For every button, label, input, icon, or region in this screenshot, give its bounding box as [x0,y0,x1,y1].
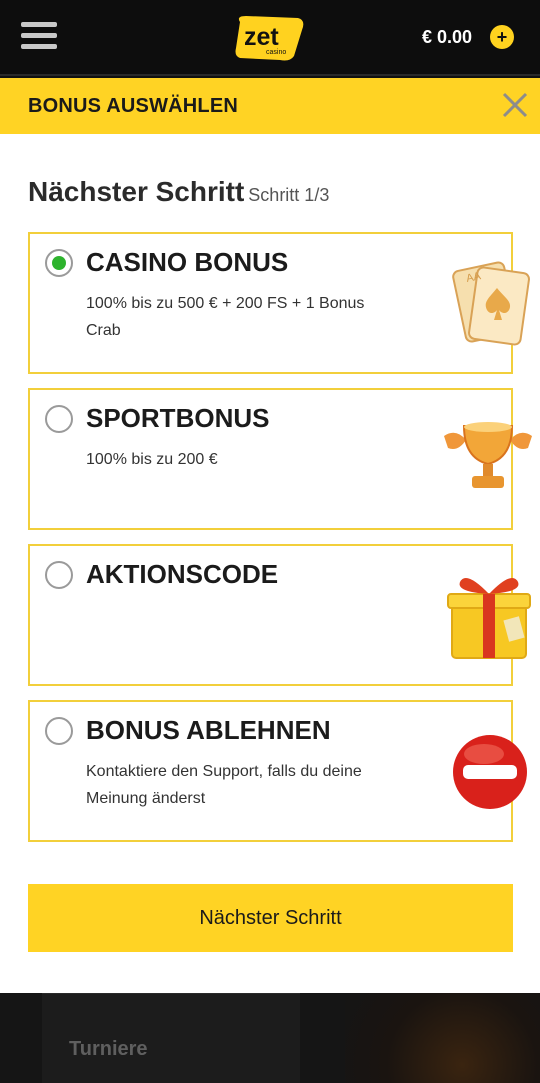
option-description: 100% bis zu 500 € + 200 FS + 1 Bonus Cra… [86,295,365,339]
deposit-plus-button[interactable]: + [490,25,514,49]
option-title: AKTIONSCODE [86,559,279,589]
option-description: 100% bis zu 200 € [86,451,218,468]
tab-label: Turniere [69,1038,148,1060]
bottom-nav: Turniere [0,993,540,1083]
option-aktionscode[interactable]: AKTIONSCODE [28,544,531,686]
hamburger-menu-icon[interactable] [21,22,59,54]
bonus-modal: BONUS AUSWÄHLEN Nächster Schritt Schritt … [0,78,540,993]
radio-bonus-ablehnen[interactable] [45,717,73,745]
next-step-button[interactable]: Nächster Schritt [28,884,513,952]
radio-sportbonus[interactable] [45,405,73,433]
step-heading: Nächster Schritt Schritt 1/3 [28,176,329,208]
step-title: Nächster Schritt [28,176,245,207]
no-entry-icon [453,735,527,809]
modal-header: BONUS AUSWÄHLEN [0,78,540,134]
option-title: SPORTBONUS [86,403,270,433]
trophy-icon [444,422,532,488]
gift-box-icon [447,578,531,659]
radio-casino-bonus[interactable] [45,249,73,277]
logo-text: zet [244,23,279,51]
background-banner [345,993,540,1083]
option-casino-bonus[interactable]: CASINO BONUS 100% bis zu 500 € + 200 FS … [28,232,530,374]
balance-amount: € 0.00 [422,27,473,47]
top-bar: zet casino € 0.00 + [0,0,540,76]
step-counter: Schritt 1/3 [248,185,330,205]
logo-subtext: casino [266,49,286,56]
close-icon[interactable] [500,90,530,120]
option-title: CASINO BONUS [86,247,289,277]
option-sportbonus[interactable]: SPORTBONUS 100% bis zu 200 € [28,388,532,530]
option-description: Kontaktiere den Support, falls du deine … [86,763,362,807]
playing-cards-icon: AA [452,261,530,346]
zet-casino-logo[interactable]: zet casino [232,12,306,64]
tab-turniere[interactable]: Turniere [42,993,300,1083]
option-title: BONUS ABLEHNEN [86,715,331,745]
option-bonus-ablehnen[interactable]: BONUS ABLEHNEN Kontaktiere den Support, … [28,700,527,842]
modal-title: BONUS AUSWÄHLEN [28,95,239,117]
radio-aktionscode[interactable] [45,561,73,589]
